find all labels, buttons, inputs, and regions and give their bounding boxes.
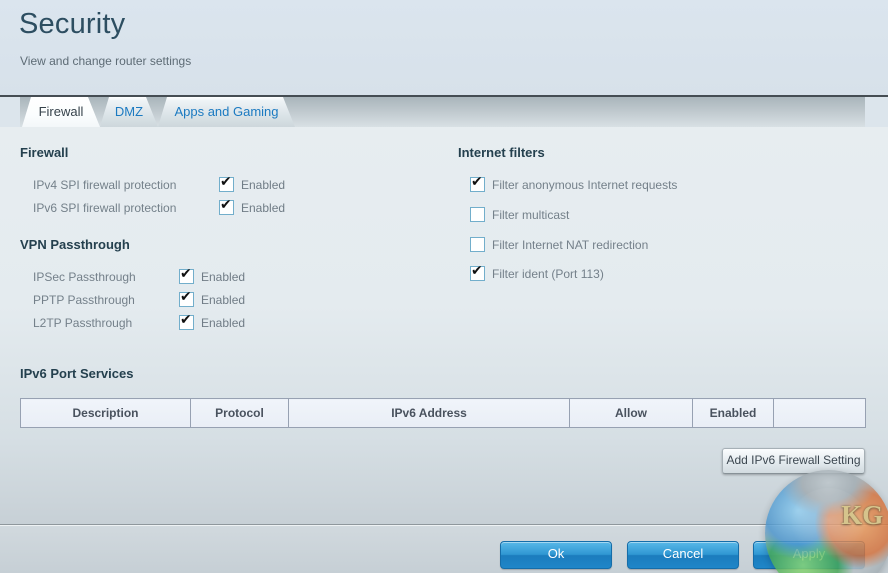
cancel-button[interactable]: Cancel (627, 541, 739, 569)
ipv4-spi-checkbox[interactable] (219, 173, 234, 192)
tab-firewall[interactable]: Firewall (22, 97, 100, 127)
col-description: Description (20, 398, 191, 428)
security-settings-page: Security View and change router settings… (0, 0, 888, 573)
port-services-heading: IPv6 Port Services (20, 366, 134, 381)
port-services-table: Description Protocol IPv6 Address Allow … (20, 398, 866, 428)
tab-bar: Firewall DMZ Apps and Gaming (20, 97, 865, 127)
filter-multicast-checkbox[interactable] (470, 207, 485, 222)
filter-nat-label: Filter Internet NAT redirection (492, 238, 649, 252)
ok-button[interactable]: Ok (500, 541, 612, 569)
pptp-checkbox[interactable] (179, 288, 194, 307)
pptp-label: PPTP Passthrough (33, 293, 135, 307)
ipsec-checkbox[interactable] (179, 265, 194, 284)
ipv6-spi-checkbox[interactable] (219, 196, 234, 215)
ipv4-spi-value: Enabled (241, 178, 286, 192)
col-actions (773, 398, 866, 428)
page-title: Security (19, 8, 126, 40)
filter-multicast-label: Filter multicast (492, 208, 570, 222)
ipv6-spi-label: IPv6 SPI firewall protection (33, 201, 177, 215)
page-header: Security View and change router settings (0, 0, 888, 95)
l2tp-checkbox[interactable] (179, 311, 194, 330)
add-ipv6-firewall-setting-button[interactable]: Add IPv6 Firewall Setting (722, 448, 865, 474)
ipv6-spi-value: Enabled (241, 201, 286, 215)
pptp-value: Enabled (201, 293, 246, 307)
table-header-row: Description Protocol IPv6 Address Allow … (20, 398, 866, 428)
filter-ident-label: Filter ident (Port 113) (492, 267, 604, 281)
filter-anonymous-checkbox[interactable] (470, 173, 485, 192)
filter-ident-checkbox[interactable] (470, 262, 485, 281)
page-subtitle: View and change router settings (20, 54, 192, 68)
col-protocol: Protocol (190, 398, 289, 428)
tab-apps-and-gaming[interactable]: Apps and Gaming (158, 97, 295, 127)
col-enabled: Enabled (692, 398, 774, 428)
vpn-section-heading: VPN Passthrough (20, 237, 130, 252)
watermark-text: KG (841, 500, 884, 531)
filters-section-heading: Internet filters (458, 145, 545, 160)
filter-nat-checkbox[interactable] (470, 237, 485, 252)
ipsec-value: Enabled (201, 270, 246, 284)
tab-dmz[interactable]: DMZ (100, 97, 158, 127)
filter-anonymous-label: Filter anonymous Internet requests (492, 178, 678, 192)
l2tp-label: L2TP Passthrough (33, 316, 133, 330)
col-allow: Allow (569, 398, 693, 428)
col-ipv6-address: IPv6 Address (288, 398, 570, 428)
firewall-section-heading: Firewall (20, 145, 69, 160)
l2tp-value: Enabled (201, 316, 246, 330)
footer-divider-highlight (0, 525, 888, 526)
ipsec-label: IPSec Passthrough (33, 270, 136, 284)
ipv4-spi-label: IPv4 SPI firewall protection (33, 178, 177, 192)
